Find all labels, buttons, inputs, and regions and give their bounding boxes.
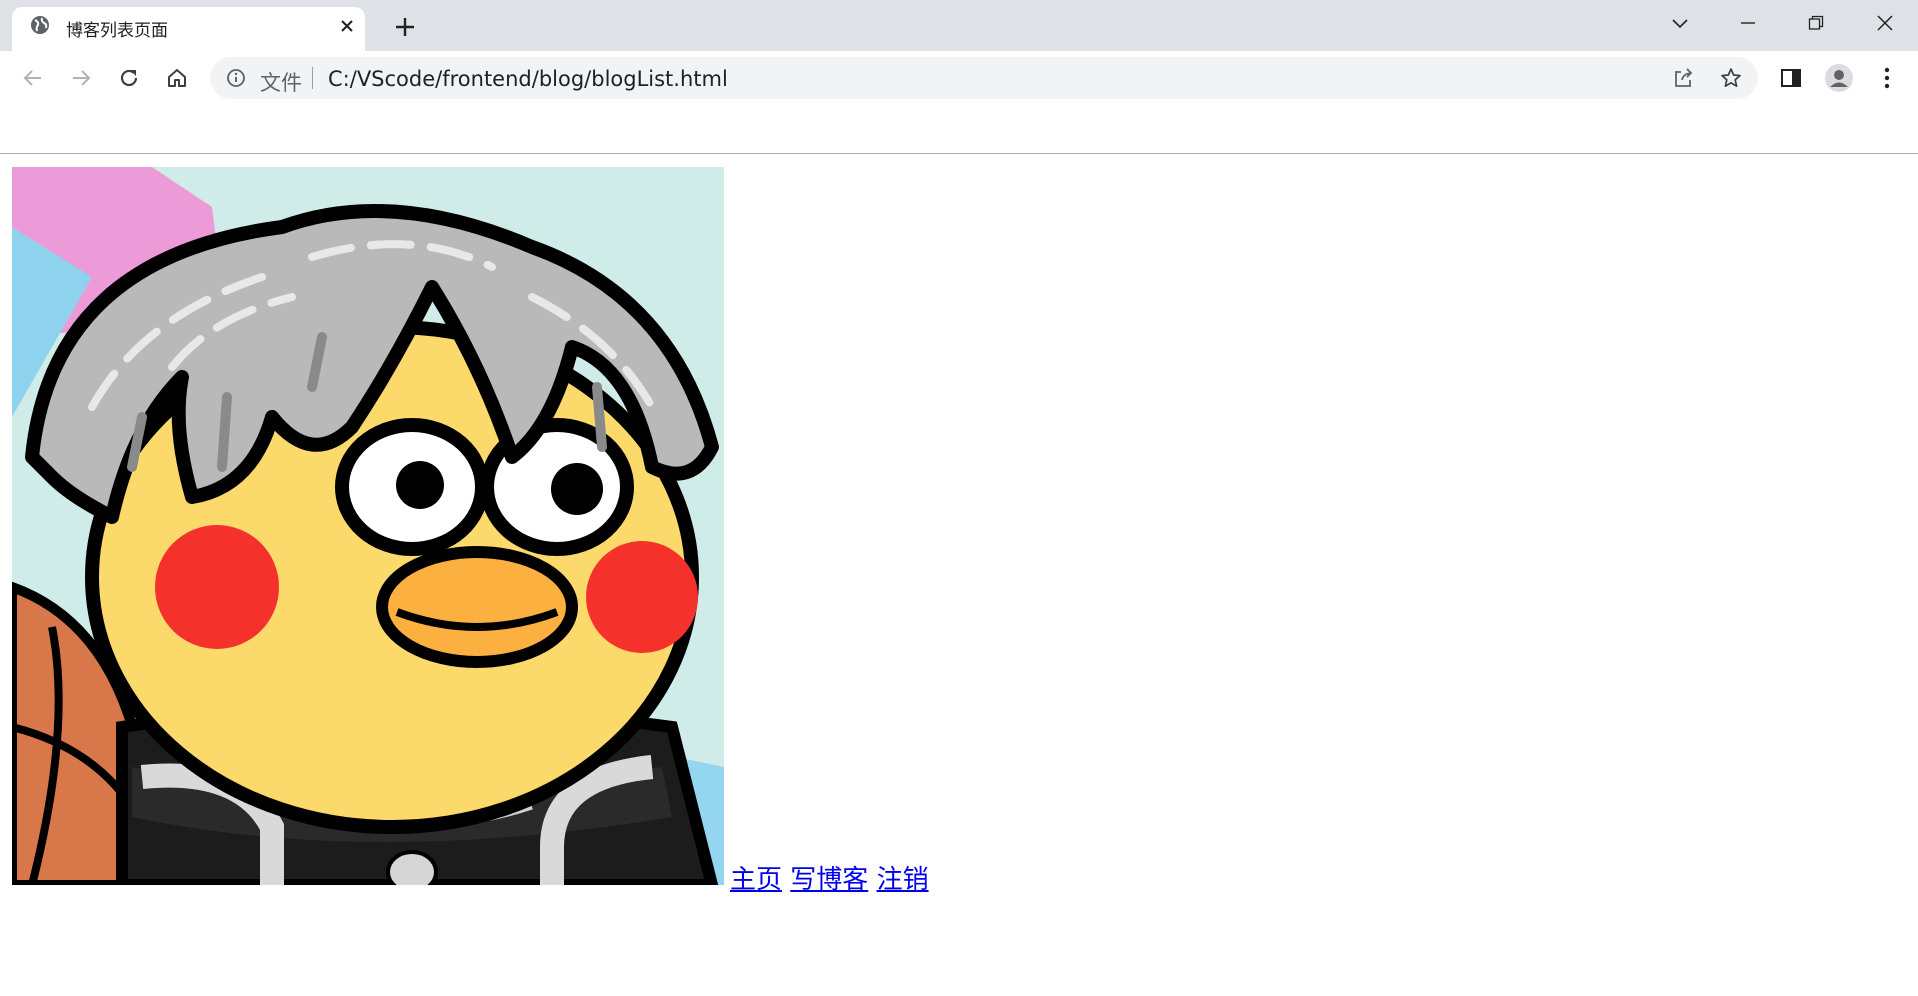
- close-icon[interactable]: [336, 15, 358, 37]
- profile-icon[interactable]: [1824, 63, 1854, 93]
- header-divider: [0, 153, 1918, 154]
- nav-home-link[interactable]: 主页: [730, 865, 782, 895]
- forward-button[interactable]: [66, 63, 96, 93]
- url-text[interactable]: C:/VScode/frontend/blog/blogList.html: [328, 67, 728, 91]
- tab-title: 博客列表页面: [66, 21, 168, 41]
- home-button[interactable]: [162, 63, 192, 93]
- share-icon[interactable]: [1672, 67, 1694, 89]
- back-button[interactable]: [18, 63, 48, 93]
- page-nav: 主页 写博客 注销: [730, 859, 929, 896]
- scheme-label: 文件: [260, 71, 302, 95]
- nav-logout-link[interactable]: 注销: [877, 865, 929, 895]
- tab-active[interactable]: 博客列表页面: [12, 7, 365, 51]
- restore-icon[interactable]: [1796, 8, 1836, 38]
- reload-button[interactable]: [114, 63, 144, 93]
- info-icon[interactable]: [226, 68, 246, 88]
- star-icon[interactable]: [1720, 67, 1742, 89]
- scheme-divider: [312, 67, 313, 89]
- cartoon-duck-avatar: [12, 167, 724, 885]
- browser-toolbar: 文件 C:/VScode/frontend/blog/blogList.html: [0, 51, 1918, 104]
- chevron-down-icon[interactable]: [1660, 8, 1700, 38]
- side-panel-icon[interactable]: [1776, 63, 1806, 93]
- close-icon[interactable]: [1865, 8, 1905, 38]
- globe-icon: [30, 15, 50, 35]
- plus-icon[interactable]: [390, 12, 420, 42]
- kebab-menu-icon[interactable]: [1872, 63, 1902, 93]
- minimize-icon[interactable]: [1728, 8, 1768, 38]
- nav-write-link[interactable]: 写博客: [790, 865, 868, 895]
- tab-strip: 博客列表页面: [0, 0, 1918, 51]
- page-content: 主页 写博客 注销: [0, 104, 1918, 996]
- address-bar[interactable]: 文件 C:/VScode/frontend/blog/blogList.html: [210, 57, 1758, 99]
